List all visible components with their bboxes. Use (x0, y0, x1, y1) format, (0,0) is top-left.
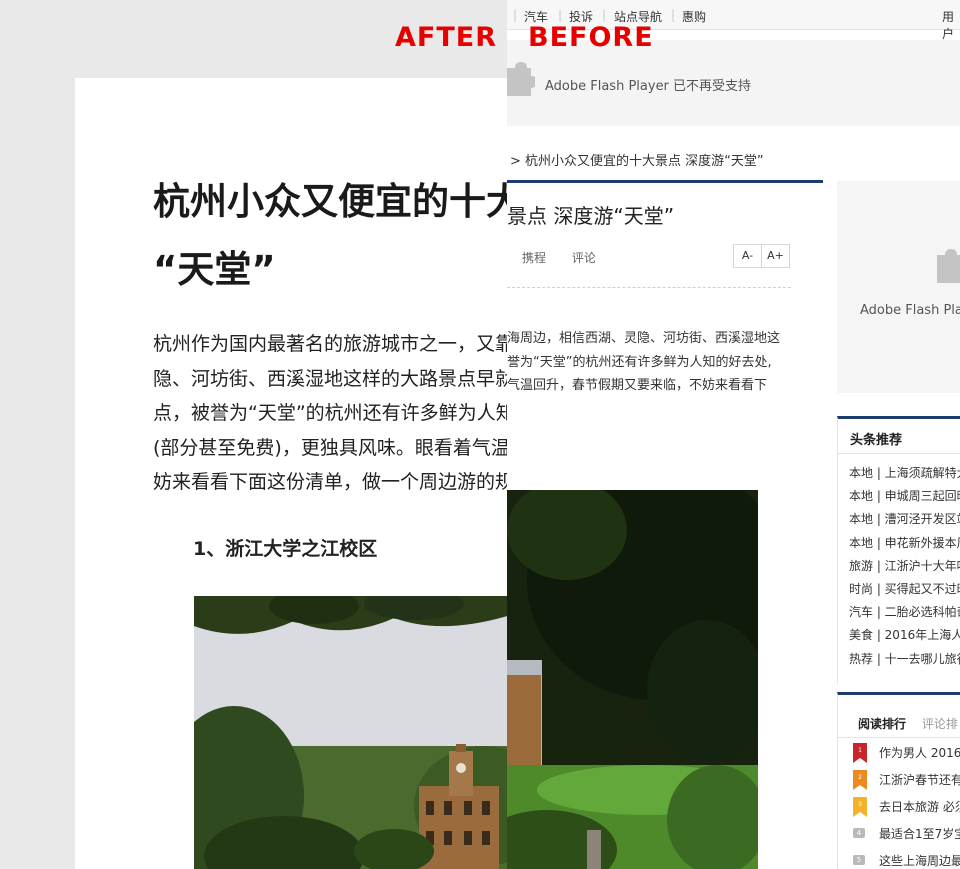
rank-item-text: 这些上海周边最 (879, 854, 960, 868)
before-article-title: 景点 深度游“天堂” (507, 204, 675, 228)
before-label: BEFORE (528, 22, 654, 53)
headline-item[interactable]: 本地 | 漕河泾开发区站 (849, 511, 960, 534)
rank-number: 1 (858, 747, 862, 754)
reading-tabs-divider (838, 737, 960, 738)
after-body-line: 点，被誉为“天堂”的杭州还有许多鲜为人知 (153, 402, 507, 424)
font-increase-button[interactable]: A+ (761, 244, 790, 268)
headline-box-divider (838, 453, 960, 454)
tab-comment-rank[interactable]: 评论排 (922, 717, 958, 731)
headline-item[interactable]: 本地 | 上海须疏解特大 (849, 465, 960, 488)
source-link[interactable]: 携程 (522, 251, 546, 265)
nav-separator: | (602, 8, 607, 22)
after-title-line1: 杭州小众又便宜的十大景点 深度游 (153, 180, 507, 223)
comments-link[interactable]: 评论 (572, 251, 596, 265)
rank-number: 3 (858, 801, 862, 808)
reading-rank-tabs: 阅读排行 评论排 (858, 715, 958, 732)
reading-rank-box: 阅读排行 评论排 1 作为男人 2016年 2 江浙沪春节还有 3 去日本旅游 … (837, 692, 960, 869)
headline-item[interactable]: 旅游 | 江浙沪十大年味 (849, 558, 960, 581)
nav-item-user[interactable]: 用户 (942, 8, 960, 42)
rank-medal-icon: 2 (853, 770, 867, 790)
rank-medal-icon: 1 (853, 743, 867, 763)
headline-recommend-box: 头条推荐 本地 | 上海须疏解特大 本地 | 申城周三起回暖 本地 | 漕河泾开… (837, 416, 960, 684)
before-pane: | 汽车 | 投诉 | 站点导航 | 惠购 用户 Adobe Flash Pla… (507, 0, 960, 869)
headline-item[interactable]: 本地 | 申花新外援本周 (849, 535, 960, 558)
rank-item-text: 江浙沪春节还有 (879, 773, 960, 787)
tab-reading-rank[interactable]: 阅读排行 (858, 717, 906, 731)
title-divider (507, 180, 823, 183)
headline-item[interactable]: 本地 | 申城周三起回暖 (849, 488, 960, 511)
after-body-line: 隐、河坊街、西溪湿地这样的大路景点早就 (153, 367, 507, 390)
rank-item-text: 去日本旅游 必须 (879, 800, 960, 814)
breadcrumb[interactable]: > 杭州小众又便宜的十大景点 深度游“天堂” (510, 150, 764, 169)
rank-medal-icon: 3 (853, 797, 867, 817)
rank-item-text: 最适合1至7岁宝 (879, 827, 960, 841)
font-decrease-button[interactable]: A- (733, 244, 762, 268)
after-body-line: (部分甚至免费)，更独具风味。眼看着气温 (153, 436, 507, 459)
before-campus-photo (507, 490, 758, 869)
after-section-heading: 1、浙江大学之江校区 (193, 538, 378, 560)
dashed-divider (507, 287, 791, 288)
headline-item[interactable]: 美食 | 2016年上海人的 (849, 627, 960, 650)
after-body-line: 杭州作为国内最著名的旅游城市之一，又靠 (153, 333, 507, 355)
sidebar-flash-text: Adobe Flash Play (860, 303, 960, 318)
after-label: AFTER (395, 22, 497, 53)
plugin-puzzle-icon (937, 249, 960, 283)
nav-item-deals[interactable]: 惠购 (682, 8, 706, 25)
after-article-body: 杭州作为国内最著名的旅游城市之一，又靠 隐、河坊街、西溪湿地这样的大路景点早就 … (153, 327, 507, 500)
headline-box-title: 头条推荐 (850, 433, 903, 448)
before-body-line: 誉为“天堂”的杭州还有许多鲜为人知的好去处, (507, 354, 772, 370)
after-campus-photo (194, 596, 507, 869)
after-pane: 杭州小众又便宜的十大景点 深度游 “天堂” 杭州作为国内最著名的旅游城市之一，又… (0, 0, 507, 869)
nav-separator: | (671, 8, 676, 22)
nav-separator: | (558, 8, 563, 22)
after-title-line2: “天堂” (153, 248, 276, 291)
before-body-line: 海周边，相信西湖、灵隐、河坊街、西溪湿地这 (507, 331, 781, 346)
before-article-body: 海周边，相信西湖、灵隐、河坊街、西溪湿地这 誉为“天堂”的杭州还有许多鲜为人知的… (507, 327, 780, 398)
headline-item[interactable]: 时尚 | 买得起又不过时 (849, 581, 960, 604)
article-meta-tabs: 携程 评论 (522, 249, 618, 266)
font-size-controls: A- A+ (733, 244, 790, 268)
rank-number: 2 (858, 774, 862, 781)
nav-separator: | (513, 8, 518, 22)
headline-item[interactable]: 汽车 | 二胎必选科帕奇 (849, 604, 960, 627)
flash-unsupported-text: Adobe Flash Player 已不再受支持 (545, 79, 752, 94)
headline-list: 本地 | 上海须疏解特大 本地 | 申城周三起回暖 本地 | 漕河泾开发区站 本… (849, 465, 960, 674)
rank-badge-icon: 5 (853, 855, 865, 865)
rank-item-text: 作为男人 2016年 (879, 746, 960, 760)
plugin-puzzle-icon (507, 62, 535, 96)
sidebar-flash-banner: Adobe Flash Play (837, 181, 960, 393)
after-article-title: 杭州小众又便宜的十大景点 深度游 “天堂” (153, 168, 507, 304)
after-body-line: 妨来看看下面这份清单，做一个周边游的规 (153, 471, 507, 493)
rank-badge-icon: 4 (853, 828, 865, 838)
headline-item[interactable]: 热荐 | 十一去哪儿旅行 (849, 651, 960, 674)
before-body-line: 气温回升，春节假期又要来临，不妨来看看下 (507, 378, 768, 393)
